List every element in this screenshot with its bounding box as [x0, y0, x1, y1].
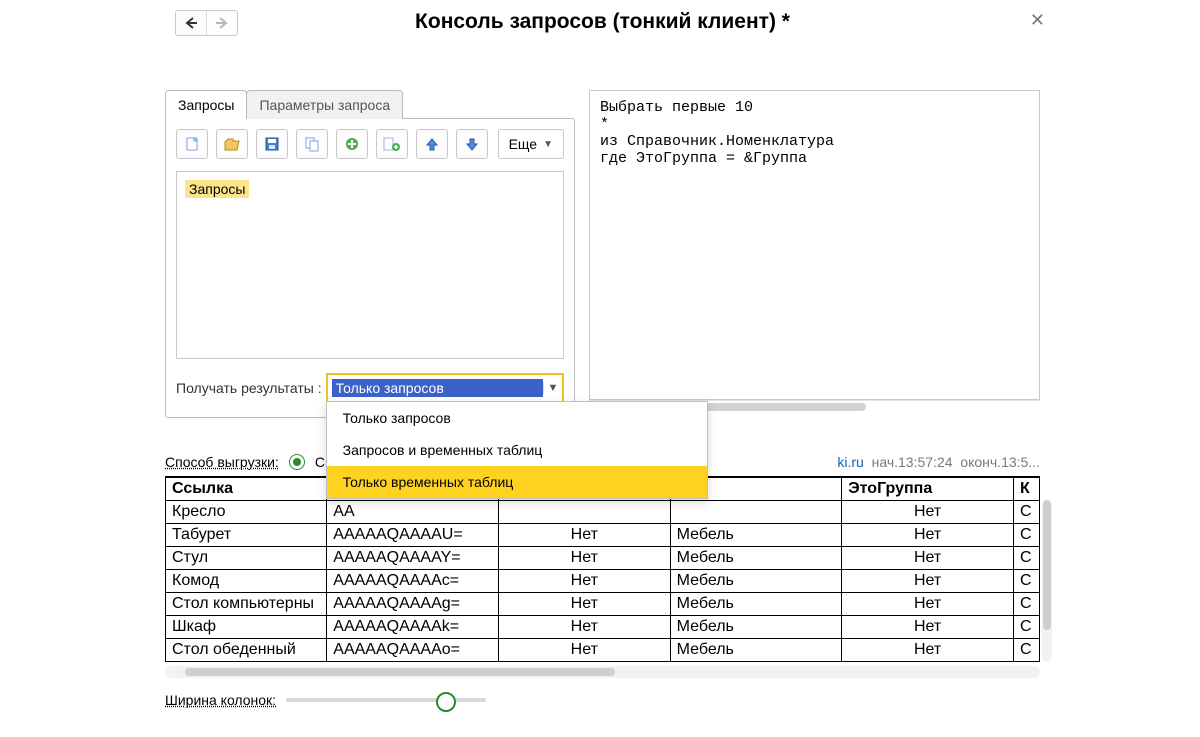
table-cell: Стол обеденный: [166, 639, 327, 662]
table-row[interactable]: ШкафAAAAAQAAAAk=НетМебельНетС: [166, 616, 1040, 639]
add-child-icon[interactable]: [376, 129, 408, 159]
page-title: Консоль запросов (тонкий клиент) *: [165, 10, 1040, 34]
table-row[interactable]: Стол компьютерныAAAAAQAAAAg=НетМебельНет…: [166, 593, 1040, 616]
query-code[interactable]: Выбрать первые 10 * из Справочник.Номенк…: [589, 90, 1040, 400]
dropdown-option[interactable]: Запросов и временных таблиц: [327, 434, 707, 466]
result-mode-label: Получать результаты :: [176, 380, 322, 396]
open-icon[interactable]: [216, 129, 248, 159]
column-width-label[interactable]: Ширина колонок:: [165, 692, 276, 708]
status-line: ki.ru нач.13:57:24 оконч.13:5...: [837, 454, 1040, 470]
table-cell: Нет: [842, 547, 1014, 570]
table-cell: С: [1013, 570, 1039, 593]
table-cell: Мебель: [670, 616, 842, 639]
table-cell: AAAAAQAAAAg=: [327, 593, 499, 616]
table-cell: [670, 501, 842, 524]
export-method-label[interactable]: Способ выгрузки:: [165, 454, 279, 470]
table-cell: AA: [327, 501, 499, 524]
table-cell: С: [1013, 501, 1039, 524]
table-cell: Нет: [498, 570, 670, 593]
close-icon[interactable]: ✕: [1030, 10, 1045, 31]
table-cell: AAAAAQAAAAY=: [327, 547, 499, 570]
table-cell: [498, 501, 670, 524]
column-width-slider[interactable]: [286, 698, 486, 702]
result-mode-dropdown: Только запросовЗапросов и временных табл…: [326, 401, 708, 499]
table-cell: AAAAAQAAAAo=: [327, 639, 499, 662]
table-cell: Стул: [166, 547, 327, 570]
table-cell: Комод: [166, 570, 327, 593]
column-header[interactable]: К: [1013, 478, 1039, 501]
dropdown-option[interactable]: Только запросов: [327, 402, 707, 434]
result-mode-combo[interactable]: Только запросов ▼ Только запросовЗапросо…: [326, 373, 564, 403]
table-cell: Нет: [498, 639, 670, 662]
table-row[interactable]: ТабуретAAAAAQAAAAU=НетМебельНетС: [166, 524, 1040, 547]
more-label: Еще: [509, 136, 538, 152]
tab-query-params[interactable]: Параметры запроса: [246, 90, 403, 119]
copy-icon[interactable]: [296, 129, 328, 159]
table-cell: Нет: [498, 524, 670, 547]
new-icon[interactable]: [176, 129, 208, 159]
table-row[interactable]: КреслоAA НетС: [166, 501, 1040, 524]
slider-handle[interactable]: [436, 692, 456, 712]
nav-forward-button[interactable]: [207, 11, 237, 35]
table-cell: Нет: [842, 570, 1014, 593]
table-cell: Нет: [498, 616, 670, 639]
table-cell: AAAAAQAAAAc=: [327, 570, 499, 593]
table-cell: С: [1013, 639, 1039, 662]
result-mode-value: Только запросов: [332, 379, 543, 397]
table-cell: С: [1013, 547, 1039, 570]
table-row[interactable]: Стол обеденныйAAAAAQAAAAo=НетМебельНетС: [166, 639, 1040, 662]
table-cell: Мебель: [670, 547, 842, 570]
move-up-icon[interactable]: [416, 129, 448, 159]
table-row[interactable]: КомодAAAAAQAAAAc=НетМебельНетС: [166, 570, 1040, 593]
results-table[interactable]: СсылкаВеЭтоГруппаК КреслоAAНетСТабуретAA…: [165, 477, 1040, 662]
table-cell: Нет: [498, 547, 670, 570]
table-cell: Шкаф: [166, 616, 327, 639]
add-icon[interactable]: [336, 129, 368, 159]
more-button[interactable]: Еще ▼: [498, 129, 564, 159]
table-cell: Нет: [842, 639, 1014, 662]
table-cell: Нет: [498, 593, 670, 616]
tab-queries[interactable]: Запросы: [165, 90, 247, 119]
column-header[interactable]: Ссылка: [166, 478, 327, 501]
table-cell: AAAAAQAAAAU=: [327, 524, 499, 547]
query-tree[interactable]: Запросы: [176, 171, 564, 359]
nav-buttons: [175, 10, 238, 36]
table-cell: Мебель: [670, 524, 842, 547]
save-icon[interactable]: [256, 129, 288, 159]
table-cell: С: [1013, 593, 1039, 616]
status-link[interactable]: ki.ru: [837, 454, 863, 470]
table-cell: Мебель: [670, 639, 842, 662]
dropdown-option[interactable]: Только временных таблиц: [327, 466, 707, 498]
table-cell: Нет: [842, 501, 1014, 524]
table-cell: AAAAAQAAAAk=: [327, 616, 499, 639]
tree-root[interactable]: Запросы: [185, 180, 249, 198]
nav-back-button[interactable]: [176, 11, 206, 35]
table-row[interactable]: СтулAAAAAQAAAAY=НетМебельНетС: [166, 547, 1040, 570]
table-hscrollbar[interactable]: [165, 666, 1040, 678]
table-cell: С: [1013, 524, 1039, 547]
table-cell: Кресло: [166, 501, 327, 524]
export-radio-list[interactable]: [289, 454, 305, 470]
table-cell: С: [1013, 616, 1039, 639]
table-cell: Нет: [842, 593, 1014, 616]
table-cell: Стол компьютерны: [166, 593, 327, 616]
table-cell: Мебель: [670, 570, 842, 593]
chevron-down-icon: ▼: [543, 139, 553, 150]
column-header[interactable]: ЭтоГруппа: [842, 478, 1014, 501]
table-vscrollbar[interactable]: [1042, 500, 1052, 662]
table-cell: Мебель: [670, 593, 842, 616]
dropdown-arrow-icon[interactable]: ▼: [543, 382, 562, 394]
table-cell: Нет: [842, 616, 1014, 639]
move-down-icon[interactable]: [456, 129, 488, 159]
table-cell: Нет: [842, 524, 1014, 547]
table-cell: Табурет: [166, 524, 327, 547]
